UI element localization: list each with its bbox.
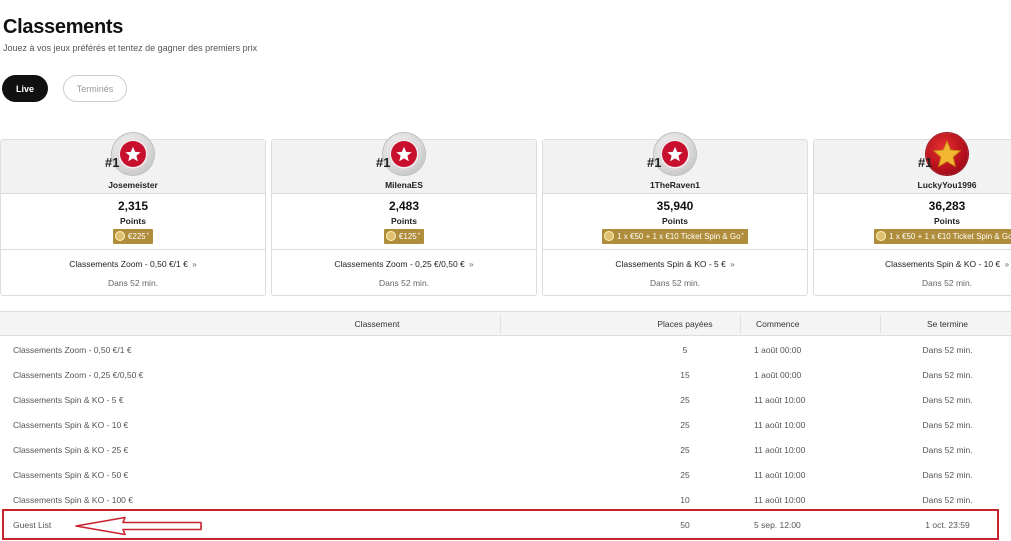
leaderboard-link[interactable]: Classements Zoom - 0,25 €/0,50 € » xyxy=(272,259,536,269)
points-label: Points xyxy=(120,216,146,226)
leaderboard-card[interactable]: #1 MilenaES 2,483 Points €125 * Classemen… xyxy=(271,133,537,296)
page-title: Classements xyxy=(3,16,124,38)
points-label: Points xyxy=(391,216,417,226)
chevron-right-icon: » xyxy=(192,260,197,269)
table-row[interactable]: Classements Spin & KO - 50 € 25 11 août … xyxy=(0,463,1011,488)
card-header: #1 1TheRaven1 xyxy=(543,133,807,194)
table-header: Classement Places payées Commence Se ter… xyxy=(0,311,1011,336)
leaderboard-card[interactable]: #1 LuckyYou1996 36,283 Points 1 x €50 + … xyxy=(813,133,1011,296)
coin-icon xyxy=(114,231,125,241)
prize-badge: €225 * xyxy=(112,228,154,244)
column-header-commence: Commence xyxy=(756,319,800,329)
coin-icon xyxy=(604,231,615,241)
player-name: 1TheRaven1 xyxy=(649,180,701,190)
tab-termines[interactable]: Terminés xyxy=(63,75,127,102)
rank-badge: #1 xyxy=(647,155,662,170)
rank-badge: #1 xyxy=(105,155,120,170)
points-label: Points xyxy=(934,216,960,226)
prize-badge: 1 x €50 + 1 x €10 Ticket Spin & Go* xyxy=(874,228,1011,244)
leaderboard-link[interactable]: Classements Zoom - 0,50 €/1 € » xyxy=(1,259,265,269)
leaderboard-card[interactable]: #1 1TheRaven1 35,940 Points 1 x €50 + 1 … xyxy=(542,133,808,296)
leaderboard-cards: #1 Josemeister 2,315 Points €225 * Classe… xyxy=(0,133,1011,296)
points-value: 36,283 xyxy=(928,199,966,213)
page-subtitle: Jouez à vos jeux préférés et tentez de g… xyxy=(3,43,258,53)
points-value: 2,315 xyxy=(117,199,149,213)
table-row[interactable]: Classements Zoom - 0,25 €/0,50 € 15 1 ao… xyxy=(0,363,1011,388)
points-value: 2,483 xyxy=(388,199,420,213)
chevron-right-icon: » xyxy=(730,260,735,269)
player-name: Josemeister xyxy=(108,180,158,190)
player-name: MilenaES xyxy=(385,180,423,190)
coin-icon xyxy=(876,231,887,241)
points-value: 35,940 xyxy=(656,199,694,213)
leaderboard-link[interactable]: Classements Spin & KO - 5 € » xyxy=(543,259,807,269)
table-row[interactable]: Classements Spin & KO - 25 € 25 11 août … xyxy=(0,438,1011,463)
prize-badge: €125 * xyxy=(383,228,425,244)
column-header-places: Places payées xyxy=(657,319,713,329)
chevron-right-icon: » xyxy=(469,260,474,269)
leaderboard-link[interactable]: Classements Spin & KO - 10 € » xyxy=(814,259,1011,269)
tab-live[interactable]: Live xyxy=(2,75,48,102)
table-row[interactable]: Classements Spin & KO - 10 € 25 11 août … xyxy=(0,413,1011,438)
table-row[interactable]: Classements Zoom - 0,50 €/1 € 5 1 août 0… xyxy=(0,338,1011,363)
ends-in: Dans 52 min. xyxy=(649,278,701,288)
leaderboard-card[interactable]: #1 Josemeister 2,315 Points €225 * Classe… xyxy=(0,133,266,296)
card-header: #1 MilenaES xyxy=(272,133,536,194)
table-row[interactable]: Classements Spin & KO - 5 € 25 11 août 1… xyxy=(0,388,1011,413)
points-label: Points xyxy=(662,216,688,226)
coin-icon xyxy=(385,231,396,241)
player-name: LuckyYou1996 xyxy=(917,180,977,190)
chevron-right-icon: » xyxy=(1004,260,1010,269)
ends-in: Dans 52 min. xyxy=(378,278,430,288)
ends-in: Dans 52 min. xyxy=(921,278,973,288)
annotation-arrow-icon xyxy=(75,516,202,536)
rank-badge: #1 xyxy=(376,155,391,170)
prize-badge: 1 x €50 + 1 x €10 Ticket Spin & Go* xyxy=(602,228,748,244)
rank-badge: #1 xyxy=(918,155,933,170)
card-header: #1 Josemeister xyxy=(1,133,265,194)
card-header: #1 LuckyYou1996 xyxy=(814,133,1011,194)
leaderboards-table: Classement Places payées Commence Se ter… xyxy=(0,311,1011,541)
column-header-se-termine: Se termine xyxy=(926,319,969,329)
ends-in: Dans 52 min. xyxy=(107,278,159,288)
